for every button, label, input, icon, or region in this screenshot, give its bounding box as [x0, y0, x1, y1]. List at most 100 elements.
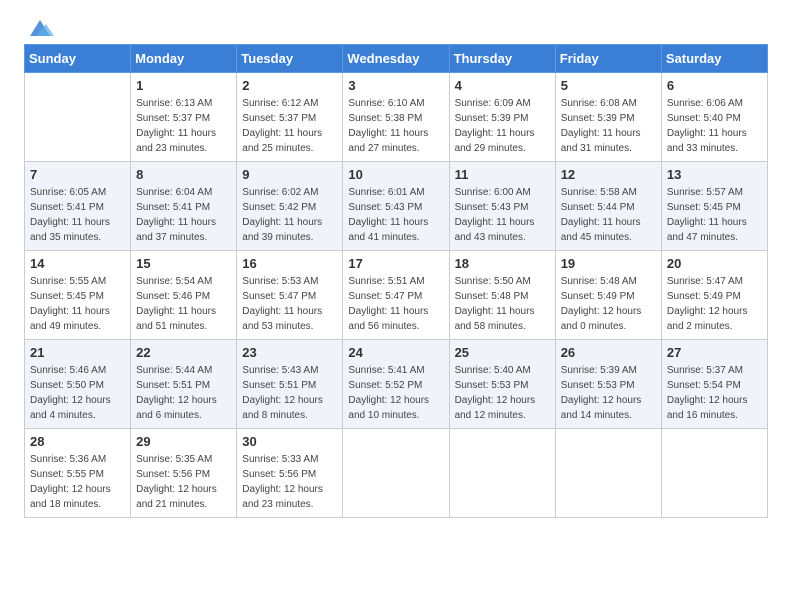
calendar-cell: 23 Sunrise: 5:43 AMSunset: 5:51 PMDayligh…	[237, 340, 343, 429]
calendar-cell: 8 Sunrise: 6:04 AMSunset: 5:41 PMDaylight…	[131, 162, 237, 251]
day-info: Sunrise: 6:01 AMSunset: 5:43 PMDaylight:…	[348, 187, 428, 243]
day-info: Sunrise: 6:05 AMSunset: 5:41 PMDaylight:…	[30, 187, 110, 243]
day-number: 14	[30, 256, 125, 271]
calendar-cell: 30 Sunrise: 5:33 AMSunset: 5:56 PMDayligh…	[237, 429, 343, 518]
day-info: Sunrise: 5:41 AMSunset: 5:52 PMDaylight:…	[348, 365, 429, 421]
header-monday: Monday	[131, 45, 237, 73]
day-number: 11	[455, 167, 550, 182]
day-info: Sunrise: 5:37 AMSunset: 5:54 PMDaylight:…	[667, 365, 748, 421]
calendar-cell: 16 Sunrise: 5:53 AMSunset: 5:47 PMDayligh…	[237, 251, 343, 340]
calendar-cell: 26 Sunrise: 5:39 AMSunset: 5:53 PMDayligh…	[555, 340, 661, 429]
day-number: 6	[667, 78, 762, 93]
calendar-table: SundayMondayTuesdayWednesdayThursdayFrid…	[24, 44, 768, 518]
page-header	[24, 20, 768, 34]
day-info: Sunrise: 5:50 AMSunset: 5:48 PMDaylight:…	[455, 276, 535, 332]
calendar-cell	[449, 429, 555, 518]
day-info: Sunrise: 5:35 AMSunset: 5:56 PMDaylight:…	[136, 454, 217, 510]
day-info: Sunrise: 5:39 AMSunset: 5:53 PMDaylight:…	[561, 365, 642, 421]
calendar-cell: 13 Sunrise: 5:57 AMSunset: 5:45 PMDayligh…	[661, 162, 767, 251]
calendar-cell: 22Sunrise: 5:44 AMSunset: 5:51 PMDayligh…	[131, 340, 237, 429]
logo-icon	[26, 18, 54, 40]
calendar-cell: 18 Sunrise: 5:50 AMSunset: 5:48 PMDayligh…	[449, 251, 555, 340]
calendar-cell: 1Sunrise: 6:13 AMSunset: 5:37 PMDaylight…	[131, 73, 237, 162]
calendar-cell: 7 Sunrise: 6:05 AMSunset: 5:41 PMDaylight…	[25, 162, 131, 251]
calendar-week-row: 1Sunrise: 6:13 AMSunset: 5:37 PMDaylight…	[25, 73, 768, 162]
day-number: 29	[136, 434, 231, 449]
day-info: Sunrise: 5:51 AMSunset: 5:47 PMDaylight:…	[348, 276, 428, 332]
day-info: Sunrise: 5:55 AMSunset: 5:45 PMDaylight:…	[30, 276, 110, 332]
calendar-cell: 3 Sunrise: 6:10 AMSunset: 5:38 PMDaylight…	[343, 73, 449, 162]
calendar-cell: 27 Sunrise: 5:37 AMSunset: 5:54 PMDayligh…	[661, 340, 767, 429]
day-info: Sunrise: 6:00 AMSunset: 5:43 PMDaylight:…	[455, 187, 535, 243]
calendar-cell	[661, 429, 767, 518]
day-number: 3	[348, 78, 443, 93]
day-number: 18	[455, 256, 550, 271]
logo	[24, 20, 54, 34]
header-sunday: Sunday	[25, 45, 131, 73]
day-number: 25	[455, 345, 550, 360]
day-number: 4	[455, 78, 550, 93]
day-number: 13	[667, 167, 762, 182]
calendar-cell: 29 Sunrise: 5:35 AMSunset: 5:56 PMDayligh…	[131, 429, 237, 518]
calendar-cell: 19Sunrise: 5:48 AMSunset: 5:49 PMDayligh…	[555, 251, 661, 340]
day-info: Sunrise: 5:48 AMSunset: 5:49 PMDaylight:…	[561, 276, 642, 332]
day-info: Sunrise: 6:08 AMSunset: 5:39 PMDaylight:…	[561, 98, 641, 154]
calendar-cell: 14 Sunrise: 5:55 AMSunset: 5:45 PMDayligh…	[25, 251, 131, 340]
calendar-cell	[555, 429, 661, 518]
calendar-cell	[25, 73, 131, 162]
day-number: 16	[242, 256, 337, 271]
day-number: 24	[348, 345, 443, 360]
calendar-week-row: 21 Sunrise: 5:46 AMSunset: 5:50 PMDayligh…	[25, 340, 768, 429]
day-info: Sunrise: 5:57 AMSunset: 5:45 PMDaylight:…	[667, 187, 747, 243]
day-number: 1	[136, 78, 231, 93]
day-info: Sunrise: 5:33 AMSunset: 5:56 PMDaylight:…	[242, 454, 323, 510]
day-info: Sunrise: 5:53 AMSunset: 5:47 PMDaylight:…	[242, 276, 322, 332]
calendar-cell: 15 Sunrise: 5:54 AMSunset: 5:46 PMDayligh…	[131, 251, 237, 340]
day-number: 30	[242, 434, 337, 449]
day-number: 7	[30, 167, 125, 182]
day-info: Sunrise: 5:58 AMSunset: 5:44 PMDaylight:…	[561, 187, 641, 243]
day-info: Sunrise: 5:54 AMSunset: 5:46 PMDaylight:…	[136, 276, 216, 332]
day-info: Sunrise: 5:36 AMSunset: 5:55 PMDaylight:…	[30, 454, 111, 510]
day-number: 8	[136, 167, 231, 182]
day-number: 26	[561, 345, 656, 360]
header-tuesday: Tuesday	[237, 45, 343, 73]
calendar-cell: 28 Sunrise: 5:36 AMSunset: 5:55 PMDayligh…	[25, 429, 131, 518]
day-number: 23	[242, 345, 337, 360]
day-info: Sunrise: 6:10 AMSunset: 5:38 PMDaylight:…	[348, 98, 428, 154]
day-info: Sunrise: 6:12 AMSunset: 5:37 PMDaylight:…	[242, 98, 322, 154]
day-number: 15	[136, 256, 231, 271]
header-saturday: Saturday	[661, 45, 767, 73]
day-number: 12	[561, 167, 656, 182]
calendar-cell: 2 Sunrise: 6:12 AMSunset: 5:37 PMDaylight…	[237, 73, 343, 162]
header-wednesday: Wednesday	[343, 45, 449, 73]
calendar-cell: 11 Sunrise: 6:00 AMSunset: 5:43 PMDayligh…	[449, 162, 555, 251]
calendar-cell: 20Sunrise: 5:47 AMSunset: 5:49 PMDayligh…	[661, 251, 767, 340]
day-number: 28	[30, 434, 125, 449]
day-info: Sunrise: 5:47 AMSunset: 5:49 PMDaylight:…	[667, 276, 748, 332]
calendar-cell: 21 Sunrise: 5:46 AMSunset: 5:50 PMDayligh…	[25, 340, 131, 429]
day-info: Sunrise: 5:46 AMSunset: 5:50 PMDaylight:…	[30, 365, 111, 421]
calendar-cell: 5 Sunrise: 6:08 AMSunset: 5:39 PMDaylight…	[555, 73, 661, 162]
calendar-cell: 4 Sunrise: 6:09 AMSunset: 5:39 PMDaylight…	[449, 73, 555, 162]
day-info: Sunrise: 6:09 AMSunset: 5:39 PMDaylight:…	[455, 98, 535, 154]
day-info: Sunrise: 6:04 AMSunset: 5:41 PMDaylight:…	[136, 187, 216, 243]
calendar-cell	[343, 429, 449, 518]
calendar-cell: 17Sunrise: 5:51 AMSunset: 5:47 PMDayligh…	[343, 251, 449, 340]
header-friday: Friday	[555, 45, 661, 73]
calendar-cell: 12 Sunrise: 5:58 AMSunset: 5:44 PMDayligh…	[555, 162, 661, 251]
calendar-cell: 25Sunrise: 5:40 AMSunset: 5:53 PMDayligh…	[449, 340, 555, 429]
day-number: 27	[667, 345, 762, 360]
calendar-cell: 24 Sunrise: 5:41 AMSunset: 5:52 PMDayligh…	[343, 340, 449, 429]
calendar-cell: 9Sunrise: 6:02 AMSunset: 5:42 PMDaylight…	[237, 162, 343, 251]
day-number: 21	[30, 345, 125, 360]
day-number: 22	[136, 345, 231, 360]
day-info: Sunrise: 5:43 AMSunset: 5:51 PMDaylight:…	[242, 365, 323, 421]
header-thursday: Thursday	[449, 45, 555, 73]
calendar-week-row: 28 Sunrise: 5:36 AMSunset: 5:55 PMDayligh…	[25, 429, 768, 518]
calendar-cell: 6 Sunrise: 6:06 AMSunset: 5:40 PMDaylight…	[661, 73, 767, 162]
calendar-week-row: 7 Sunrise: 6:05 AMSunset: 5:41 PMDaylight…	[25, 162, 768, 251]
day-number: 5	[561, 78, 656, 93]
day-info: Sunrise: 6:06 AMSunset: 5:40 PMDaylight:…	[667, 98, 747, 154]
day-number: 2	[242, 78, 337, 93]
